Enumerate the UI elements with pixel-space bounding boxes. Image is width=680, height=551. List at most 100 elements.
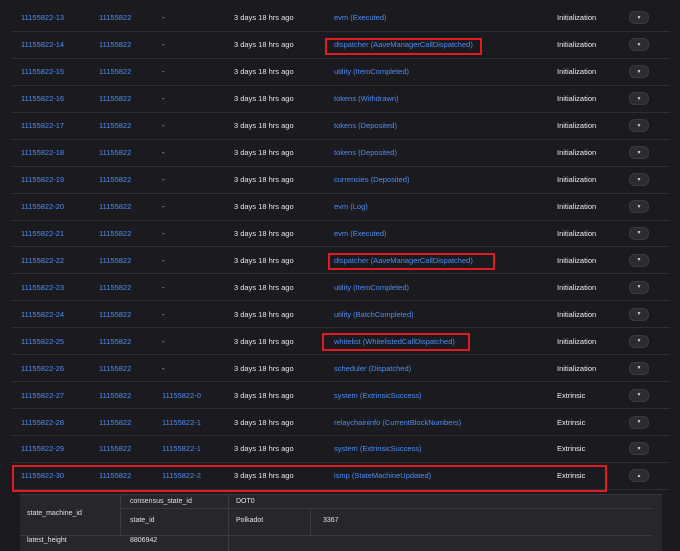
- event-action-link[interactable]: system (ExtrinsicSuccess): [334, 436, 422, 462]
- event-action-link[interactable]: tokens (Withdrawn): [334, 86, 399, 112]
- chevron-down-icon[interactable]: ▼: [629, 226, 649, 240]
- state-id-label: state_id: [130, 517, 155, 524]
- event-time: 3 days 18 hrs ago: [234, 444, 294, 454]
- event-id-link[interactable]: 11155822-18: [21, 140, 64, 166]
- extrinsic-id[interactable]: 11155822-0: [162, 382, 201, 408]
- block-link[interactable]: 11155822: [99, 409, 131, 435]
- chevron-down-icon[interactable]: ▼: [629, 119, 649, 133]
- block-link[interactable]: 11155822: [99, 32, 131, 58]
- event-action-link[interactable]: utility (ItemCompleted): [334, 59, 409, 85]
- event-action-link[interactable]: evm (Log): [334, 194, 368, 220]
- block-link[interactable]: 11155822: [99, 194, 131, 220]
- chevron-down-icon[interactable]: ▼: [629, 146, 649, 160]
- event-action-link[interactable]: system (ExtrinsicSuccess): [334, 382, 422, 408]
- extrinsic-id[interactable]: 11155822-1: [162, 436, 201, 462]
- table-row: 11155822-20 11155822 - 3 days 18 hrs ago evm…: [12, 194, 670, 221]
- event-result: Extrinsic: [557, 390, 586, 400]
- event-id-link[interactable]: 11155822-19: [21, 167, 64, 193]
- event-id-link[interactable]: 11155822-14: [21, 32, 64, 58]
- event-action-link[interactable]: ismp (StateMachineUpdated): [334, 463, 431, 489]
- event-id-link[interactable]: 11155822-27: [21, 382, 64, 408]
- chevron-down-icon[interactable]: ▼: [629, 65, 649, 79]
- chevron-down-icon[interactable]: ▼: [629, 334, 649, 348]
- event-action-link[interactable]: evm (Executed): [334, 5, 387, 31]
- event-action-link[interactable]: scheduler (Dispatched): [334, 355, 411, 381]
- chevron-down-icon[interactable]: ▼: [629, 280, 649, 294]
- event-time: 3 days 18 hrs ago: [234, 336, 294, 346]
- chevron-down-icon[interactable]: ▼: [629, 253, 649, 267]
- event-action-link[interactable]: whitelist (WhitelistedCallDispatched): [334, 328, 455, 354]
- latest-height-value: 8806942: [130, 537, 158, 544]
- block-link[interactable]: 11155822: [99, 301, 131, 327]
- extrinsic-id[interactable]: 11155822-2: [162, 463, 201, 489]
- table-row: 11155822-15 11155822 - 3 days 18 hrs ago uti…: [12, 59, 670, 86]
- event-action-link[interactable]: utility (BatchCompleted): [334, 301, 414, 327]
- event-time: 3 days 18 hrs ago: [234, 148, 294, 158]
- event-id-link[interactable]: 11155822-28: [21, 409, 64, 435]
- event-id-link[interactable]: 11155822-25: [21, 328, 64, 354]
- table-row: 11155822-25 11155822 - 3 days 18 hrs ago whi…: [12, 328, 670, 356]
- event-id-link[interactable]: 11155822-22: [21, 247, 64, 273]
- event-id-link[interactable]: 11155822-23: [21, 274, 64, 300]
- extrinsic-id[interactable]: 11155822-1: [162, 409, 201, 435]
- event-result: Initialization: [557, 121, 597, 131]
- event-id-link[interactable]: 11155822-26: [21, 355, 64, 381]
- chevron-down-icon[interactable]: ▼: [629, 38, 649, 52]
- event-id-link[interactable]: 11155822-29: [21, 436, 64, 462]
- event-action-link[interactable]: evm (Executed): [334, 221, 387, 247]
- event-action-link[interactable]: currencies (Deposited): [334, 167, 409, 193]
- block-link[interactable]: 11155822: [99, 140, 131, 166]
- chevron-down-icon[interactable]: ▼: [629, 173, 649, 187]
- block-link[interactable]: 11155822: [99, 436, 131, 462]
- table-row: 11155822-16 11155822 - 3 days 18 hrs ago tok…: [12, 86, 670, 113]
- event-action-link[interactable]: tokens (Deposited): [334, 140, 397, 166]
- event-result: Initialization: [557, 336, 597, 346]
- event-id-link[interactable]: 11155822-13: [21, 5, 64, 31]
- chevron-down-icon[interactable]: ▼: [629, 388, 649, 402]
- state-id-network: Polkadot: [236, 517, 264, 524]
- event-result: Initialization: [557, 67, 597, 77]
- event-id-link[interactable]: 11155822-24: [21, 301, 64, 327]
- chevron-down-icon[interactable]: ▼: [629, 92, 649, 106]
- event-id-link[interactable]: 11155822-21: [21, 221, 64, 247]
- event-action-link[interactable]: tokens (Deposited): [334, 113, 397, 139]
- block-link[interactable]: 11155822: [99, 463, 131, 489]
- block-link[interactable]: 11155822: [99, 5, 131, 31]
- event-id-link[interactable]: 11155822-30: [21, 463, 64, 489]
- block-link[interactable]: 11155822: [99, 59, 131, 85]
- chevron-up-icon[interactable]: ▲: [629, 469, 649, 483]
- event-id-link[interactable]: 11155822-16: [21, 86, 64, 112]
- event-id-link[interactable]: 11155822-15: [21, 59, 64, 85]
- event-result: Initialization: [557, 40, 597, 50]
- block-link[interactable]: 11155822: [99, 328, 131, 354]
- table-row: 11155822-27 11155822 11155822-0 3 days 18 h…: [12, 382, 670, 410]
- table-row: 11155822-24 11155822 - 3 days 18 hrs ago uti…: [12, 301, 670, 329]
- block-link[interactable]: 11155822: [99, 221, 131, 247]
- event-result: Initialization: [557, 13, 597, 23]
- chevron-down-icon[interactable]: ▼: [629, 11, 649, 25]
- block-link[interactable]: 11155822: [99, 167, 131, 193]
- block-link[interactable]: 11155822: [99, 86, 131, 112]
- block-link[interactable]: 11155822: [99, 274, 131, 300]
- block-link[interactable]: 11155822: [99, 355, 131, 381]
- block-link[interactable]: 11155822: [99, 382, 131, 408]
- chevron-down-icon[interactable]: ▼: [629, 361, 649, 375]
- extrinsic-id: -: [162, 228, 165, 238]
- chevron-down-icon[interactable]: ▼: [629, 442, 649, 456]
- event-time: 3 days 18 hrs ago: [234, 228, 294, 238]
- event-action-link[interactable]: relaychaininfo (CurrentBlockNumbers): [334, 409, 461, 435]
- event-id-link[interactable]: 11155822-17: [21, 113, 64, 139]
- extrinsic-id: -: [162, 336, 165, 346]
- event-action-link[interactable]: dispatcher (AaveManagerCallDispatched): [334, 32, 473, 58]
- events-table: 11155822-13 11155822 - 3 days 18 hrs ago evm…: [12, 5, 670, 490]
- event-id-link[interactable]: 11155822-20: [21, 194, 64, 220]
- chevron-down-icon[interactable]: ▼: [629, 307, 649, 321]
- consensus-state-id-label: consensus_state_id: [130, 498, 192, 505]
- block-link[interactable]: 11155822: [99, 113, 131, 139]
- block-link[interactable]: 11155822: [99, 247, 131, 273]
- chevron-down-icon[interactable]: ▼: [629, 415, 649, 429]
- event-action-link[interactable]: utility (ItemCompleted): [334, 274, 409, 300]
- event-action-link[interactable]: dispatcher (AaveManagerCallDispatched): [334, 247, 473, 273]
- chevron-down-icon[interactable]: ▼: [629, 200, 649, 214]
- state-machine-id-label: state_machine_id: [27, 510, 82, 517]
